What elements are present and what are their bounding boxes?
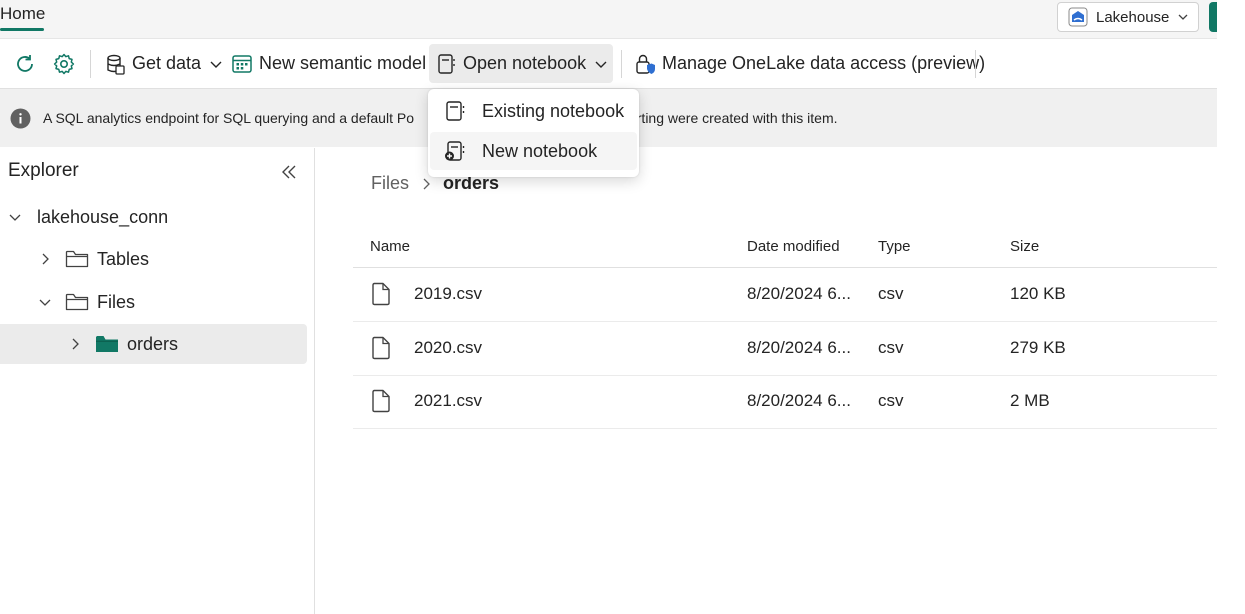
open-notebook-button[interactable]: Open notebook bbox=[429, 44, 613, 83]
chevron-down-icon bbox=[595, 61, 607, 68]
file-name[interactable]: 2021.csv bbox=[414, 391, 482, 411]
file-date-modified: 8/20/2024 6... bbox=[747, 338, 851, 357]
table-row[interactable]: 2021.csv 8/20/2024 6... csv 2 MB bbox=[353, 375, 1217, 429]
file-date-modified: 8/20/2024 6... bbox=[747, 284, 851, 303]
table-row[interactable]: 2019.csv 8/20/2024 6... csv 120 KB bbox=[353, 268, 1217, 322]
tree-item-label: orders bbox=[127, 333, 179, 354]
file-type: csv bbox=[878, 391, 904, 410]
file-type: csv bbox=[878, 338, 904, 357]
info-message-text: A SQL analytics endpoint for SQL queryin… bbox=[43, 110, 414, 126]
new-notebook-icon bbox=[445, 141, 465, 161]
semantic-model-icon bbox=[232, 54, 252, 73]
get-data-button[interactable]: Get data bbox=[98, 44, 229, 83]
new-semantic-model-button[interactable]: New semantic model bbox=[225, 44, 432, 83]
chevron-down-icon bbox=[39, 299, 51, 306]
folder-icon bbox=[65, 293, 89, 311]
column-header-name[interactable]: Name bbox=[370, 238, 410, 255]
chevron-right-icon bbox=[423, 178, 430, 189]
active-tab-indicator bbox=[0, 28, 44, 31]
chevron-down-icon bbox=[210, 61, 222, 68]
open-notebook-label: Open notebook bbox=[463, 53, 587, 73]
share-button-edge[interactable] bbox=[1209, 2, 1217, 32]
tree-item-label: lakehouse_conn bbox=[37, 206, 169, 227]
menu-item-label: New notebook bbox=[482, 140, 598, 161]
ribbon-divider bbox=[975, 50, 976, 78]
refresh-icon bbox=[17, 54, 33, 72]
manage-onelake-access-button[interactable]: Manage OneLake data access (preview) bbox=[628, 44, 991, 83]
gear-icon bbox=[53, 53, 75, 74]
column-header-type[interactable]: Type bbox=[878, 238, 911, 255]
file-name[interactable]: 2020.csv bbox=[414, 338, 482, 358]
item-type-switcher[interactable]: Lakehouse bbox=[1057, 2, 1199, 32]
table-row[interactable]: 2020.csv 8/20/2024 6... csv 279 KB bbox=[353, 322, 1217, 376]
tree-item-tables[interactable]: Tables bbox=[0, 239, 307, 279]
ribbon-divider bbox=[621, 50, 622, 78]
new-semantic-model-label: New semantic model bbox=[259, 53, 427, 73]
menu-item-existing-notebook[interactable]: Existing notebook bbox=[430, 92, 637, 130]
info-message-text-tail: orting were created with this item. bbox=[628, 110, 838, 126]
file-icon bbox=[372, 389, 390, 413]
column-header-date-modified[interactable]: Date modified bbox=[747, 238, 840, 255]
tree-item-label: Files bbox=[97, 291, 136, 312]
settings-button[interactable] bbox=[46, 44, 82, 83]
tree-item-lakehouse-conn[interactable]: lakehouse_conn bbox=[0, 197, 307, 237]
get-data-label: Get data bbox=[132, 53, 202, 73]
tree-item-orders[interactable]: orders bbox=[0, 324, 307, 364]
collapse-panel-icon[interactable] bbox=[279, 162, 299, 182]
tree-item-label: Tables bbox=[97, 248, 150, 269]
table-header: Name Date modified Type Size bbox=[353, 228, 1217, 268]
menu-item-new-notebook[interactable]: New notebook bbox=[430, 132, 637, 170]
lock-shield-icon bbox=[636, 54, 655, 74]
notebook-icon bbox=[446, 101, 465, 121]
file-size: 120 KB bbox=[1010, 284, 1066, 303]
lakehouse-icon bbox=[1068, 7, 1088, 27]
explorer-title: Explorer bbox=[8, 160, 79, 181]
breadcrumb-parent[interactable]: Files bbox=[371, 173, 409, 194]
manage-onelake-access-label: Manage OneLake data access (preview) bbox=[662, 53, 986, 73]
explorer-panel: Explorer lakehouse_conn Tables Files ord… bbox=[0, 148, 315, 614]
item-type-label: Lakehouse bbox=[1096, 8, 1170, 26]
chevron-right-icon bbox=[42, 253, 49, 265]
tree-item-files[interactable]: Files bbox=[0, 282, 307, 322]
file-icon bbox=[372, 282, 390, 306]
window-edge bbox=[1217, 0, 1245, 614]
database-icon bbox=[107, 54, 125, 75]
folder-filled-icon bbox=[96, 336, 118, 352]
file-size: 2 MB bbox=[1010, 391, 1050, 410]
ribbon-divider bbox=[90, 50, 91, 78]
chevron-right-icon bbox=[72, 338, 79, 350]
notebook-icon bbox=[438, 53, 455, 74]
chevron-down-icon bbox=[1178, 14, 1188, 20]
menu-item-label: Existing notebook bbox=[482, 100, 625, 121]
folder-icon bbox=[65, 250, 89, 268]
file-name[interactable]: 2019.csv bbox=[414, 284, 482, 304]
chevron-down-icon bbox=[9, 214, 21, 221]
column-header-size[interactable]: Size bbox=[1010, 238, 1039, 255]
file-type: csv bbox=[878, 284, 904, 303]
info-icon bbox=[10, 108, 31, 128]
ribbon-toolbar: Get data New semantic model Open noteboo… bbox=[0, 39, 1217, 89]
file-size: 279 KB bbox=[1010, 338, 1066, 357]
file-icon bbox=[372, 336, 390, 360]
file-date-modified: 8/20/2024 6... bbox=[747, 391, 851, 410]
refresh-button[interactable] bbox=[8, 44, 42, 83]
open-notebook-menu: Existing notebook New notebook bbox=[428, 89, 639, 177]
tab-home[interactable]: Home bbox=[0, 4, 45, 24]
top-tab-bar: Home Lakehouse bbox=[0, 0, 1217, 39]
